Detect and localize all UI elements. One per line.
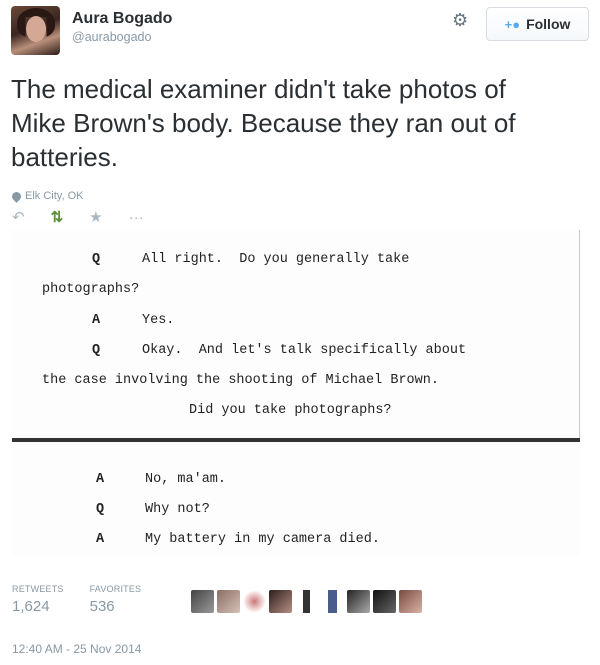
favorites-stat[interactable]: FAVORITES 536 [90, 584, 142, 615]
retweets-label: RETWEETS [12, 584, 64, 594]
transcript-image[interactable]: Q All right. Do you generally take photo… [12, 230, 580, 555]
page-divider [12, 438, 580, 442]
favorited-by-avatars [191, 590, 422, 613]
speaker-label: A [96, 472, 105, 487]
transcript-line: My battery in my camera died. [145, 532, 380, 547]
tweet-location[interactable]: Elk City, OK [10, 189, 84, 203]
speaker-label: A [96, 532, 105, 547]
retweets-count: 1,624 [12, 598, 50, 615]
speaker-label: Q [92, 252, 101, 267]
tweet-line: batteries. [11, 142, 118, 172]
tweet-line: Mike Brown's body. Because they ran out … [11, 108, 516, 138]
avatar[interactable] [295, 590, 318, 613]
avatar[interactable] [321, 590, 344, 613]
tweet-text: The medical examiner didn't take photos … [11, 72, 591, 174]
user-handle[interactable]: @aurabogado [72, 30, 151, 44]
avatar[interactable] [243, 590, 266, 613]
follow-button[interactable]: +● Follow [486, 7, 589, 41]
reply-icon[interactable]: ↶ [12, 208, 25, 226]
more-icon[interactable]: ··· [129, 209, 144, 226]
star-icon[interactable]: ★ [89, 208, 102, 226]
speaker-label: A [92, 313, 101, 328]
location-label: Elk City, OK [25, 190, 84, 202]
tweet-stats: RETWEETS 1,624 FAVORITES 536 [12, 584, 141, 615]
transcript-line: Why not? [145, 502, 210, 517]
transcript-line: No, ma'am. [145, 472, 227, 487]
speaker-label: Q [92, 343, 101, 358]
transcript-line: Okay. And let's talk specifically about [142, 343, 467, 358]
speaker-label: Q [96, 502, 105, 517]
transcript-line: the case involving the shooting of Micha… [42, 373, 439, 388]
avatar[interactable] [217, 590, 240, 613]
user-name[interactable]: Aura Bogado [72, 10, 172, 28]
avatar[interactable] [399, 590, 422, 613]
location-pin-icon [10, 189, 23, 203]
follow-person-icon: +● [504, 16, 521, 32]
transcript-line: Did you take photographs? [189, 403, 392, 418]
transcript-line: Yes. [142, 313, 175, 328]
tweet-line: The medical examiner didn't take photos … [11, 74, 506, 104]
avatar[interactable] [269, 590, 292, 613]
tweet-actions: ↶ ⇅ ★ ··· [12, 208, 144, 227]
retweet-icon[interactable]: ⇅ [51, 208, 64, 226]
transcript-line: photographs? [42, 282, 140, 297]
avatar[interactable] [11, 6, 60, 55]
avatar[interactable] [347, 590, 370, 613]
transcript-line: All right. Do you generally take [142, 252, 410, 267]
gear-icon[interactable]: ⚙ [452, 11, 470, 29]
favorites-count: 536 [89, 598, 115, 615]
avatar[interactable] [373, 590, 396, 613]
favorites-label: FAVORITES [89, 584, 142, 594]
avatar-face [26, 16, 46, 42]
tweet-timestamp[interactable]: 12:40 AM - 25 Nov 2014 [12, 642, 141, 656]
follow-label: Follow [526, 16, 571, 32]
retweets-stat[interactable]: RETWEETS 1,624 [12, 584, 64, 615]
avatar[interactable] [191, 590, 214, 613]
